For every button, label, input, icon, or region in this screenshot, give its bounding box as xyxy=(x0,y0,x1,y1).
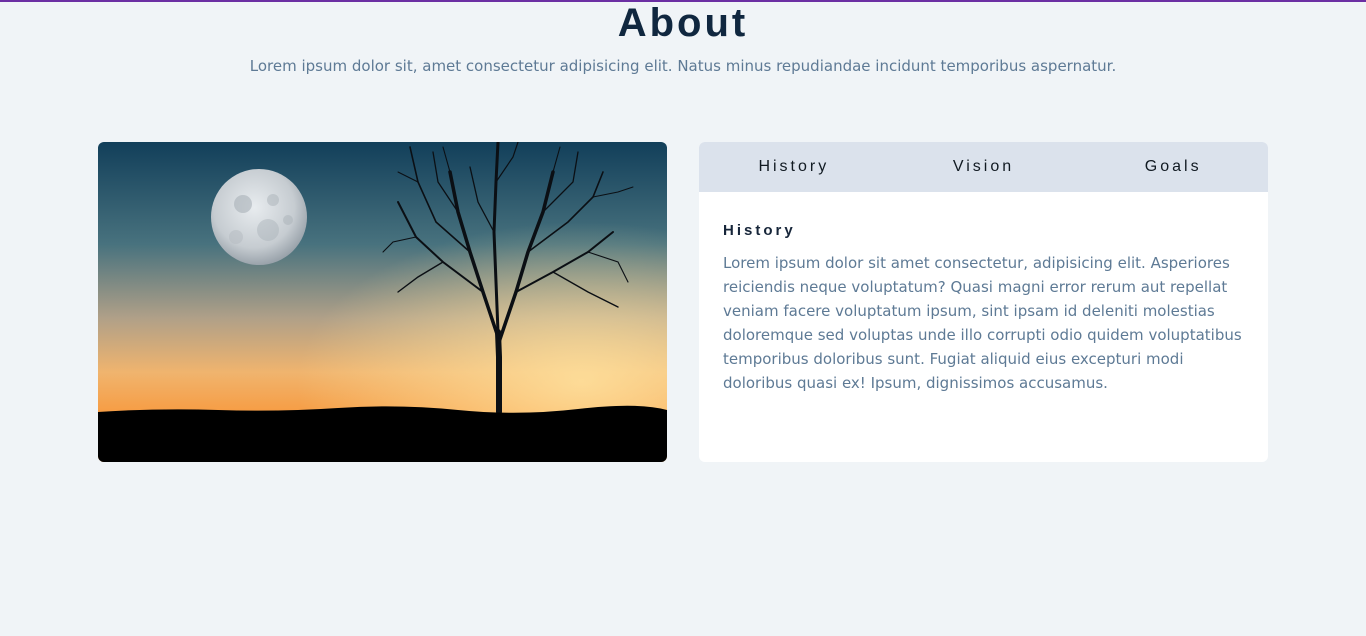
tab-bar: History Vision Goals xyxy=(699,142,1268,192)
tab-history[interactable]: History xyxy=(699,142,889,192)
moon-shape xyxy=(211,169,307,265)
page-title: About xyxy=(617,1,749,45)
content-body: Lorem ipsum dolor sit amet consectetur, … xyxy=(723,254,1242,392)
ground-shape xyxy=(98,405,667,462)
about-tabs-panel: History Vision Goals History Lorem ipsum… xyxy=(699,142,1268,462)
about-image xyxy=(98,142,667,462)
content-heading: History xyxy=(723,222,796,239)
tab-vision[interactable]: Vision xyxy=(889,142,1079,192)
tab-content: History Lorem ipsum dolor sit amet conse… xyxy=(699,192,1268,395)
page-subtitle: Lorem ipsum dolor sit, amet consectetur … xyxy=(249,57,1117,75)
tab-goals[interactable]: Goals xyxy=(1078,142,1268,192)
